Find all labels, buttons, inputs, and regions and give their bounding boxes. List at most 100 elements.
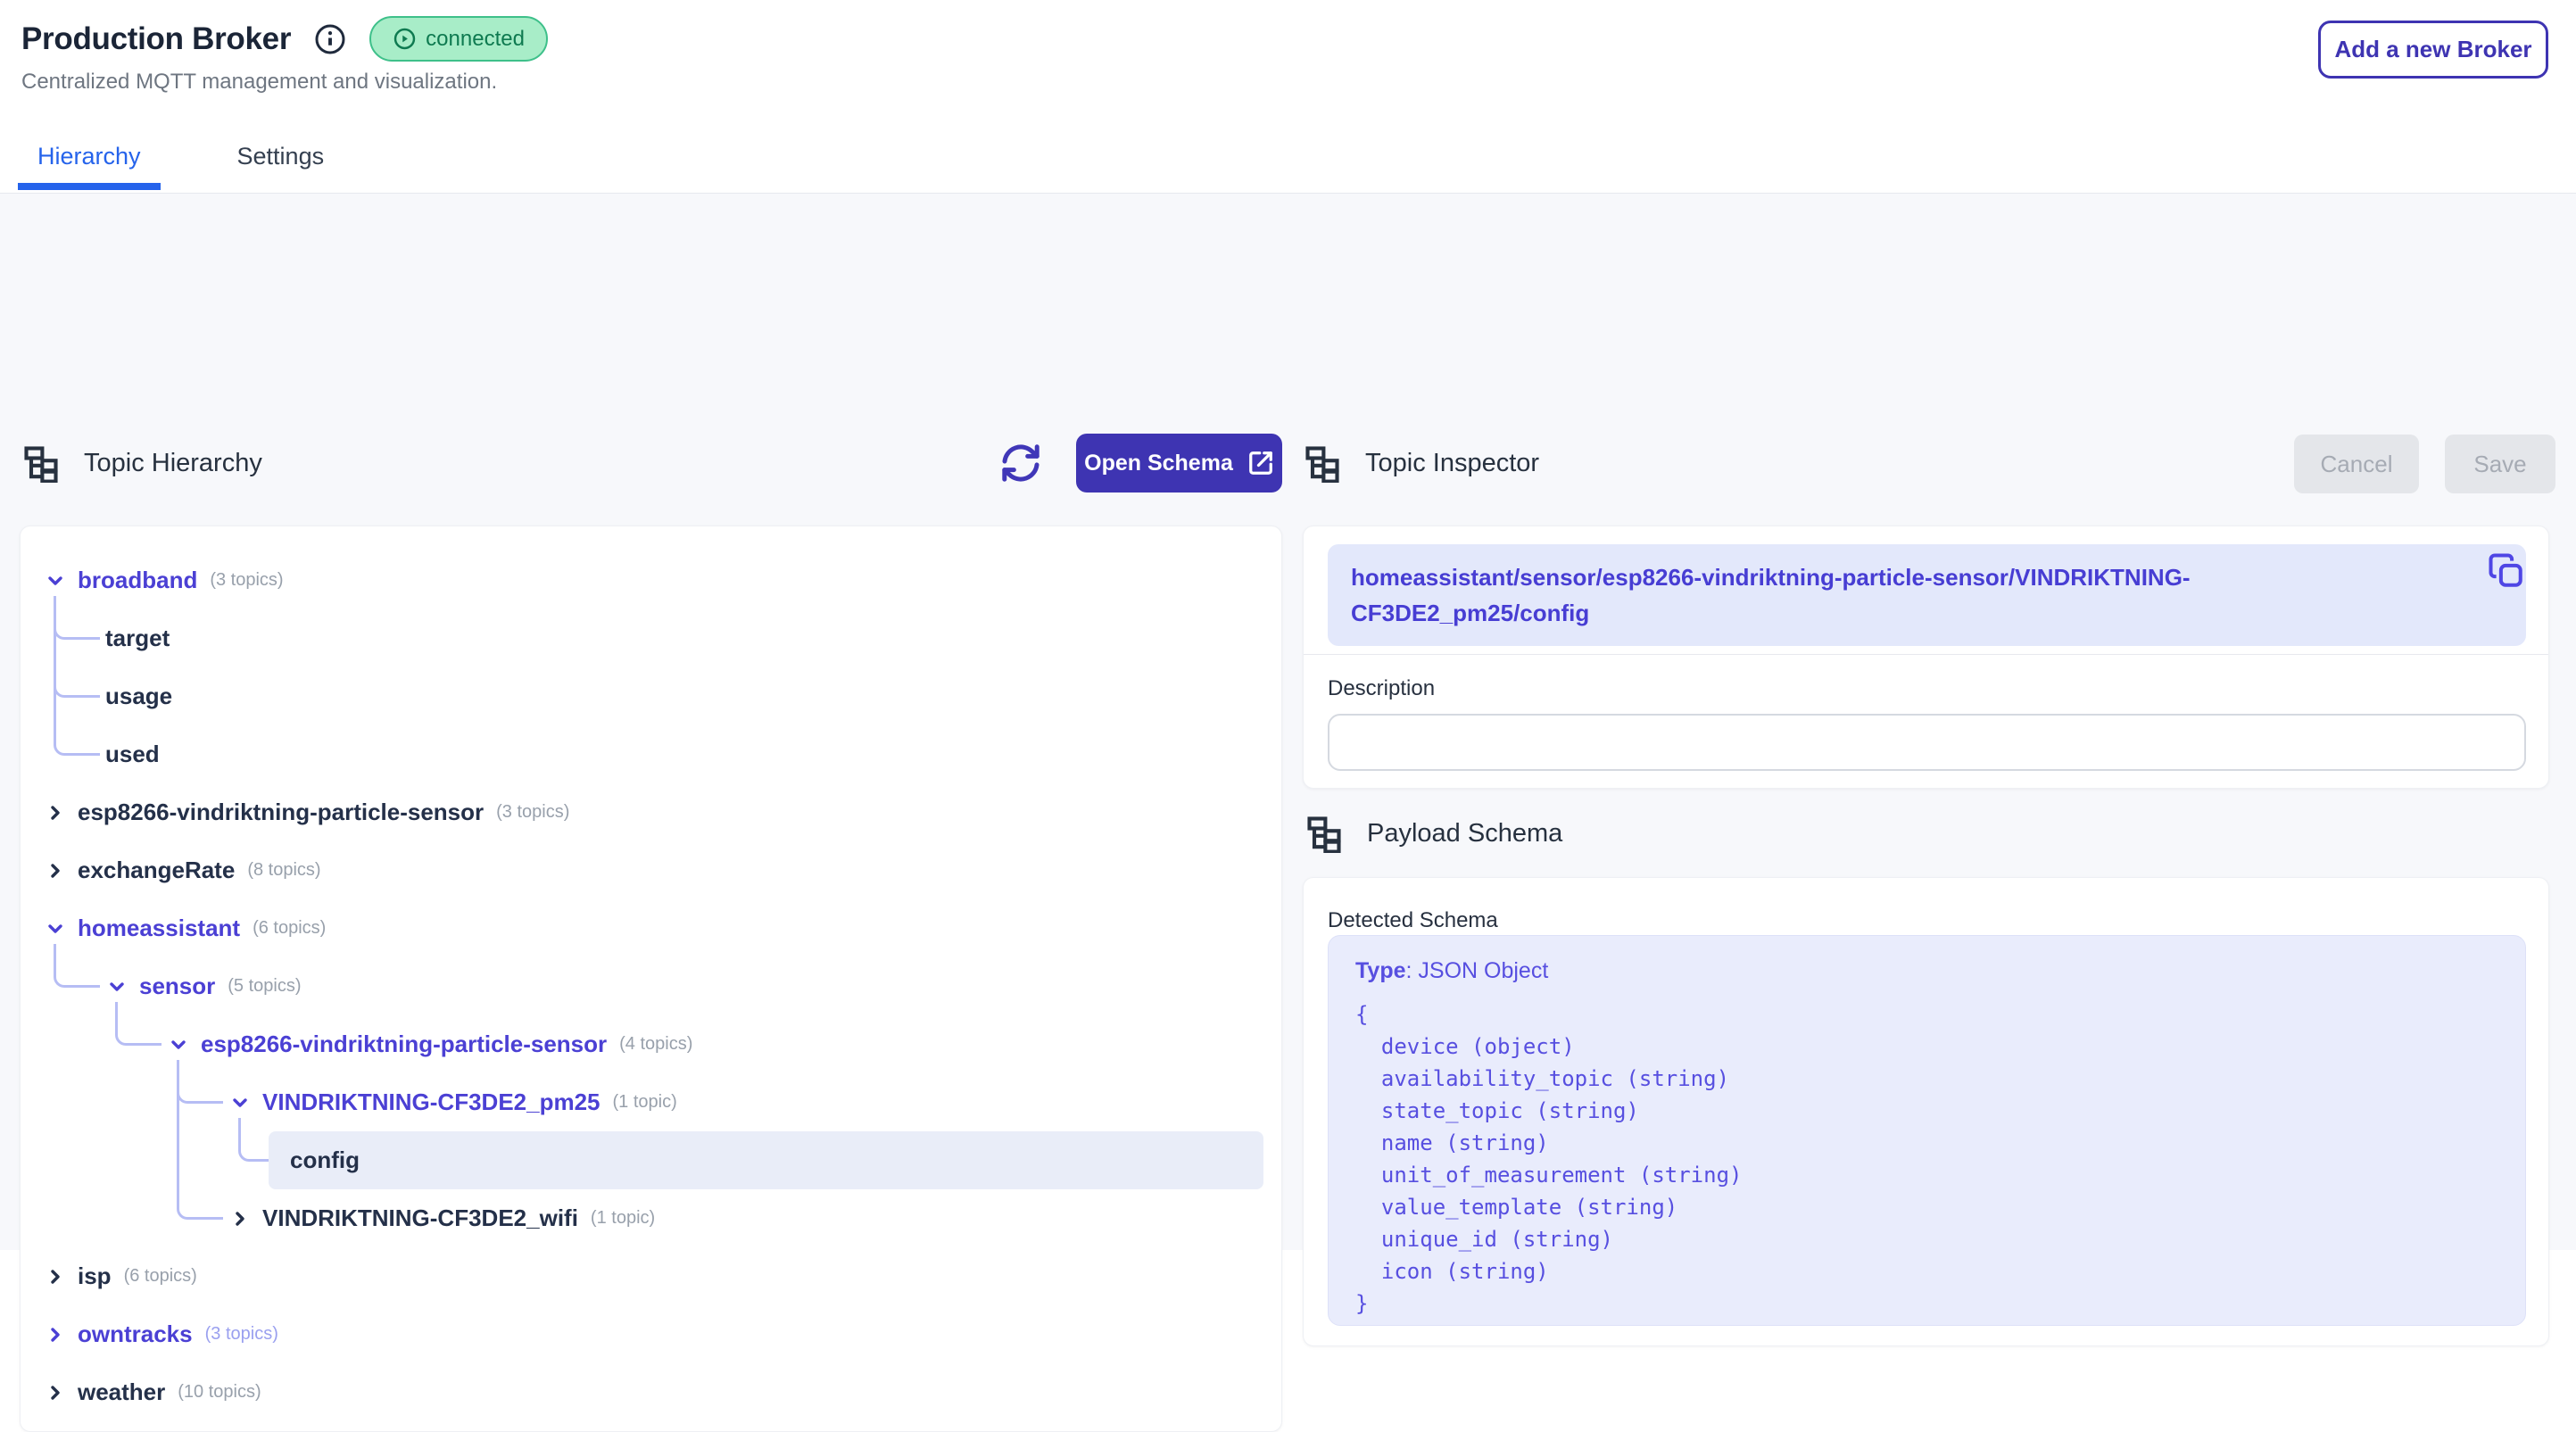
app-header: Production Broker connected Centralized … (0, 0, 2576, 194)
open-schema-label: Open Schema (1084, 451, 1233, 476)
status-badge-label: connected (426, 27, 525, 52)
tree-item-isp[interactable]: isp (6 topics) (21, 1247, 1263, 1305)
tree-item-label: VINDRIKTNING-CF3DE2_wifi (262, 1204, 578, 1232)
description-input[interactable] (1328, 714, 2526, 771)
tree-item-broadband[interactable]: broadband (3 topics) (21, 551, 1263, 609)
tree-item-count: (6 topics) (124, 1266, 197, 1287)
chevron-right-icon[interactable] (44, 1381, 67, 1404)
schema-lines: { device (object) availability_topic (st… (1355, 998, 2498, 1320)
schema-type-line: Type: JSON Object (1355, 956, 2498, 986)
schema-line: availability_topic (string) (1355, 1063, 2498, 1095)
topic-inspector-header: Topic Inspector (1303, 433, 1539, 493)
chevron-right-icon[interactable] (44, 1323, 67, 1346)
tree-item-sensor[interactable]: sensor (5 topics) (21, 957, 1263, 1015)
tree-item-exchangerate[interactable]: exchangeRate (8 topics) (21, 841, 1263, 899)
tree-structure-icon (1303, 443, 1342, 483)
open-schema-button[interactable]: Open Schema (1076, 434, 1282, 493)
description-label: Description (1328, 676, 1435, 701)
tree-item-usage[interactable]: usage (21, 667, 1263, 725)
tree-item-owntracks[interactable]: owntracks (3 topics) (21, 1305, 1263, 1363)
tree-item-label: sensor (139, 973, 215, 1000)
refresh-button[interactable] (998, 442, 1044, 484)
tree-item-homeassistant[interactable]: homeassistant (6 topics) (21, 899, 1263, 957)
tree-item-count: (3 topics) (205, 1324, 278, 1345)
tree-item-label: owntracks (78, 1320, 193, 1348)
topic-path-text: homeassistant/sensor/esp8266-vindriktnin… (1351, 559, 2428, 631)
payload-schema-panel: Detected Schema Type: JSON Object { devi… (1303, 877, 2549, 1346)
tree-item-label: esp8266-vindriktning-particle-sensor (201, 1031, 607, 1058)
external-link-icon (1247, 450, 1274, 476)
schema-line: state_topic (string) (1355, 1095, 2498, 1127)
tree-item-label: usage (105, 683, 172, 710)
tree-item-label: esp8266-vindriktning-particle-sensor (78, 799, 484, 826)
tree-item-weather[interactable]: weather (10 topics) (21, 1363, 1263, 1421)
app-subtitle: Centralized MQTT management and visualiz… (21, 70, 497, 95)
tree-structure-icon (21, 443, 61, 483)
tree-item-config[interactable]: config (269, 1131, 1263, 1189)
tree-item-label: VINDRIKTNING-CF3DE2_pm25 (262, 1088, 601, 1116)
chevron-right-icon[interactable] (228, 1207, 252, 1230)
detected-schema-label: Detected Schema (1328, 908, 1498, 933)
tree-item-count: (1 topic) (591, 1208, 655, 1229)
tree-item-esp8266-vindriktning-particle-sensor[interactable]: esp8266-vindriktning-particle-sensor (3 t… (21, 783, 1263, 841)
tree-item-label: config (290, 1146, 360, 1174)
tree-item-target[interactable]: target (21, 609, 1263, 667)
schema-type-value: JSON Object (1418, 958, 1548, 983)
chevron-right-icon[interactable] (44, 859, 67, 882)
payload-schema-header: Payload Schema (1305, 803, 1562, 864)
tree-structure-icon (1305, 814, 1344, 853)
topic-hierarchy-title: Topic Hierarchy (84, 449, 262, 478)
tree-item-count: (8 topics) (247, 860, 320, 881)
tree-item-vindriktning-cf3de2-pm25[interactable]: VINDRIKTNING-CF3DE2_pm25(1 topic) (21, 1073, 1263, 1131)
info-icon[interactable] (314, 23, 346, 55)
schema-line: unit_of_measurement (string) (1355, 1159, 2498, 1191)
payload-schema-title: Payload Schema (1367, 819, 1562, 848)
schema-line: device (object) (1355, 1031, 2498, 1063)
tree-item-count: (4 topics) (619, 1034, 692, 1055)
tab-hierarchy[interactable]: Hierarchy (21, 136, 157, 190)
tree-item-count: (3 topics) (210, 570, 283, 591)
tree-item-label: target (105, 625, 170, 652)
schema-line: name (string) (1355, 1127, 2498, 1159)
tree-item-label: broadband (78, 567, 197, 594)
schema-line: { (1355, 998, 2498, 1031)
tree-item-used[interactable]: used (21, 725, 1263, 783)
chevron-right-icon[interactable] (44, 801, 67, 824)
chevron-down-icon[interactable] (44, 569, 67, 592)
chevron-right-icon[interactable] (44, 1265, 67, 1288)
tree-item-count: (10 topics) (178, 1382, 261, 1403)
topic-inspector-panel: homeassistant/sensor/esp8266-vindriktnin… (1303, 526, 2549, 789)
content-area: Topic Hierarchy Open Schema Topic Inspec… (0, 194, 2576, 1250)
chevron-down-icon[interactable] (105, 975, 128, 998)
tree-item-esp8266-vindriktning-particle-sensor[interactable]: esp8266-vindriktning-particle-sensor (4 t… (21, 1015, 1263, 1073)
tree-item-vindriktning-cf3de2-wifi[interactable]: VINDRIKTNING-CF3DE2_wifi (1 topic) (21, 1189, 1263, 1247)
schema-line: unique_id (string) (1355, 1223, 2498, 1255)
chevron-down-icon[interactable] (228, 1091, 252, 1114)
tree-item-label: weather (78, 1378, 165, 1406)
schema-line: } (1355, 1287, 2498, 1320)
tab-bar: Hierarchy Settings (21, 136, 340, 190)
topic-tree: broadband (3 topics) target usage used esp826… (21, 551, 1263, 1424)
schema-type-label: Type (1355, 958, 1406, 983)
topic-path: homeassistant/sensor/esp8266-vindriktnin… (1328, 544, 2526, 646)
tree-item-label: used (105, 741, 160, 768)
add-broker-button[interactable]: Add a new Broker (2318, 21, 2548, 79)
topic-hierarchy-header: Topic Hierarchy (21, 433, 262, 493)
save-button[interactable]: Save (2445, 435, 2555, 493)
tree-item-label: exchangeRate (78, 857, 235, 884)
refresh-icon (1000, 443, 1041, 484)
tree-item-count: (6 topics) (253, 918, 326, 939)
tree-item-count: (3 topics) (496, 802, 569, 823)
page-title: Production Broker (21, 21, 291, 57)
copy-button[interactable] (2488, 552, 2525, 590)
play-circle-icon (393, 27, 417, 51)
tree-item-label: homeassistant (78, 915, 240, 942)
topic-inspector-title: Topic Inspector (1365, 449, 1539, 478)
chevron-down-icon[interactable] (167, 1033, 190, 1056)
chevron-down-icon[interactable] (44, 917, 67, 940)
cancel-button[interactable]: Cancel (2294, 435, 2419, 493)
tree-item-label: isp (78, 1262, 112, 1290)
tree-item-count: (5 topics) (228, 976, 301, 997)
tab-settings[interactable]: Settings (221, 136, 341, 190)
topic-hierarchy-panel: broadband (3 topics) target usage used esp826… (20, 526, 1282, 1432)
